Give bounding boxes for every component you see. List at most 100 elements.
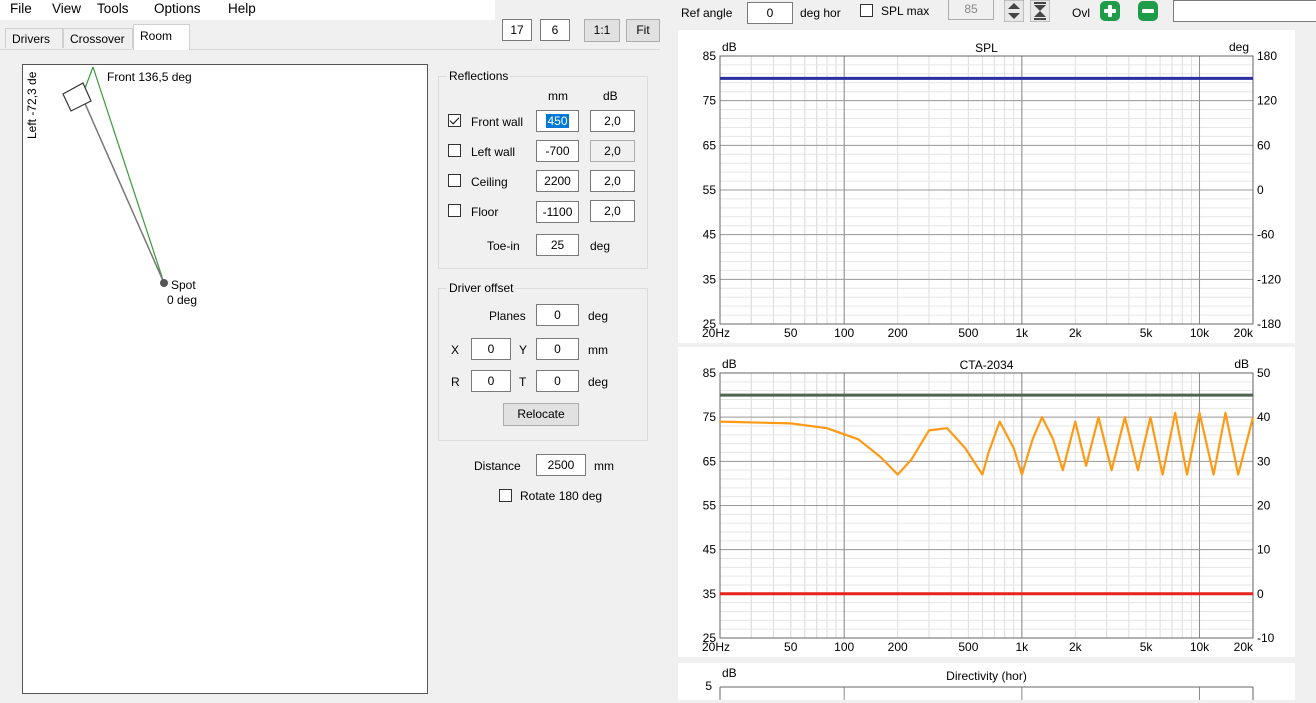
y2-tick-label: 20 — [1257, 499, 1271, 513]
y-tick-label: 45 — [703, 543, 717, 557]
x-field[interactable]: 0 — [471, 338, 511, 360]
y2-tick-label: -120 — [1257, 272, 1281, 286]
spl-plot-svg[interactable]: 85756555453525180120600-60-120-18020Hz 50… — [678, 30, 1295, 343]
toe-in-unit: deg — [590, 239, 611, 253]
y-tick-label: 85 — [703, 366, 717, 380]
y-axis-label: dB — [722, 666, 737, 680]
toe-in-field[interactable]: 25 — [536, 234, 579, 256]
x-tick-label: 2k — [1069, 326, 1083, 340]
chart-title: SPL — [975, 41, 998, 55]
y-label: Y — [519, 343, 528, 357]
spl-max-checkbox[interactable] — [860, 4, 873, 17]
cta-plot[interactable]: 85 75 65 55 45 35 25 50 40 30 20 10 0 -10 20Hz 50 100 200… — [678, 347, 1295, 657]
left-angle-label: Left -72,3 de — [25, 71, 39, 139]
planes-unit: deg — [588, 309, 609, 323]
distance-field[interactable]: 2500 — [536, 454, 586, 476]
directivity-plot-svg[interactable]: dB 5 Directivity (hor) — [678, 663, 1295, 700]
toe-in-label: Toe-in — [487, 239, 520, 253]
add-icon[interactable] — [1100, 1, 1120, 21]
floor-db-field[interactable]: 2,0 — [590, 200, 635, 222]
reflections-mm-header: mm — [548, 89, 568, 103]
y2-tick-label: 0 — [1257, 587, 1264, 601]
driver-offset-title: Driver offset — [447, 281, 516, 295]
front-wall-mm-value: 450 — [546, 114, 569, 128]
directivity-plot[interactable]: dB 5 Directivity (hor) — [678, 663, 1295, 700]
front-wall-mm-field[interactable]: 450 — [536, 110, 579, 132]
floor-mm-field[interactable]: -1100 — [536, 201, 579, 223]
x-tick-label: 10k — [1190, 326, 1210, 340]
remove-icon[interactable] — [1138, 1, 1158, 21]
y2-tick-label: -180 — [1257, 317, 1281, 331]
front-angle-label: Front 136,5 deg — [107, 70, 192, 84]
y2-tick-label: 120 — [1257, 94, 1277, 108]
listening-spot-icon[interactable] — [160, 279, 168, 287]
reflections-title: Reflections — [447, 69, 511, 83]
spot-label: Spot — [171, 278, 196, 292]
spl-plot[interactable]: 85 75 65 55 45 35 25 180 120 60 0 -60 -120 -180 20Hz 50… — [678, 30, 1295, 343]
room-canvas[interactable]: Front 136,5 deg Left -72,3 de Spot 0 deg — [22, 64, 428, 694]
y2-tick-label: -60 — [1257, 228, 1275, 242]
menu-view[interactable]: View — [50, 1, 83, 16]
y-tick-label: 55 — [703, 183, 717, 197]
tab-panel-border — [0, 49, 660, 50]
front-ray-line — [92, 66, 165, 284]
t-label: T — [519, 375, 527, 389]
front-wall-checkbox[interactable] — [448, 114, 461, 127]
cta-plot-svg[interactable]: 8575655545352550403020100-1020Hz 50 100 200… — [678, 347, 1295, 657]
x-tick-label: 100 — [834, 326, 854, 340]
y2-axis-label: deg — [1229, 40, 1249, 54]
tab-drivers[interactable]: Drivers — [5, 28, 63, 48]
search-input[interactable] — [1173, 0, 1316, 22]
left-wall-mm-field[interactable]: -700 — [536, 140, 579, 162]
x-tick-label: 500 — [958, 640, 978, 654]
menu-file[interactable]: File — [8, 1, 34, 16]
rt-unit: deg — [588, 375, 609, 389]
spl-max-field[interactable]: 85 — [948, 0, 994, 20]
collapse-icon[interactable] — [1030, 0, 1050, 22]
floor-checkbox[interactable] — [448, 204, 461, 217]
y-field[interactable]: 0 — [536, 338, 579, 360]
planes-field[interactable]: 0 — [536, 304, 579, 326]
left-wall-db-field[interactable]: 2,0 — [590, 140, 635, 162]
fit-button[interactable]: Fit — [626, 19, 660, 42]
num-b-field[interactable]: 6 — [540, 19, 570, 41]
ceiling-checkbox[interactable] — [448, 174, 461, 187]
front-wall-db-field[interactable]: 2,0 — [590, 110, 635, 132]
rotate-checkbox[interactable] — [499, 489, 512, 502]
x-tick-label: 1k — [1016, 640, 1030, 654]
num-a-field[interactable]: 17 — [502, 19, 532, 41]
distance-label: Distance — [474, 459, 521, 473]
y2-tick-label: 30 — [1257, 454, 1271, 468]
menu-tools[interactable]: Tools — [95, 1, 131, 16]
x-tick-label: 200 — [888, 640, 908, 654]
ref-angle-field[interactable]: 0 — [747, 2, 793, 24]
tab-crossover[interactable]: Crossover — [63, 28, 133, 48]
y-tick-label: 85 — [703, 49, 717, 63]
y-axis-label: dB — [722, 40, 737, 54]
direct-ray-line — [82, 98, 165, 284]
chart-title: CTA-2034 — [960, 358, 1014, 372]
y-tick-label: 65 — [703, 138, 717, 152]
x-tick-label: 50 — [784, 326, 798, 340]
t-field[interactable]: 0 — [536, 370, 579, 392]
relocate-button[interactable]: Relocate — [503, 403, 579, 426]
ceiling-label: Ceiling — [471, 175, 508, 189]
y-tick-label: 65 — [703, 454, 717, 468]
spin-updown-icon[interactable] — [1004, 0, 1024, 22]
ceiling-db-field[interactable]: 2,0 — [590, 170, 635, 192]
menu-help[interactable]: Help — [226, 1, 258, 16]
y2-tick-label: 60 — [1257, 138, 1271, 152]
menu-options[interactable]: Options — [152, 1, 203, 16]
tab-room[interactable]: Room — [133, 24, 190, 50]
y2-tick-label: 10 — [1257, 543, 1271, 557]
ref-angle-label: Ref angle — [681, 6, 733, 20]
x-tick-label: 20k — [1234, 640, 1254, 654]
x-tick-label: 50 — [784, 640, 798, 654]
x-tick-label: 500 — [958, 326, 978, 340]
r-field[interactable]: 0 — [471, 370, 511, 392]
x-label: X — [451, 343, 460, 357]
y-tick-label: 75 — [703, 410, 717, 424]
ceiling-mm-field[interactable]: 2200 — [536, 170, 579, 192]
ratio-button[interactable]: 1:1 — [584, 19, 620, 42]
left-wall-checkbox[interactable] — [448, 144, 461, 157]
